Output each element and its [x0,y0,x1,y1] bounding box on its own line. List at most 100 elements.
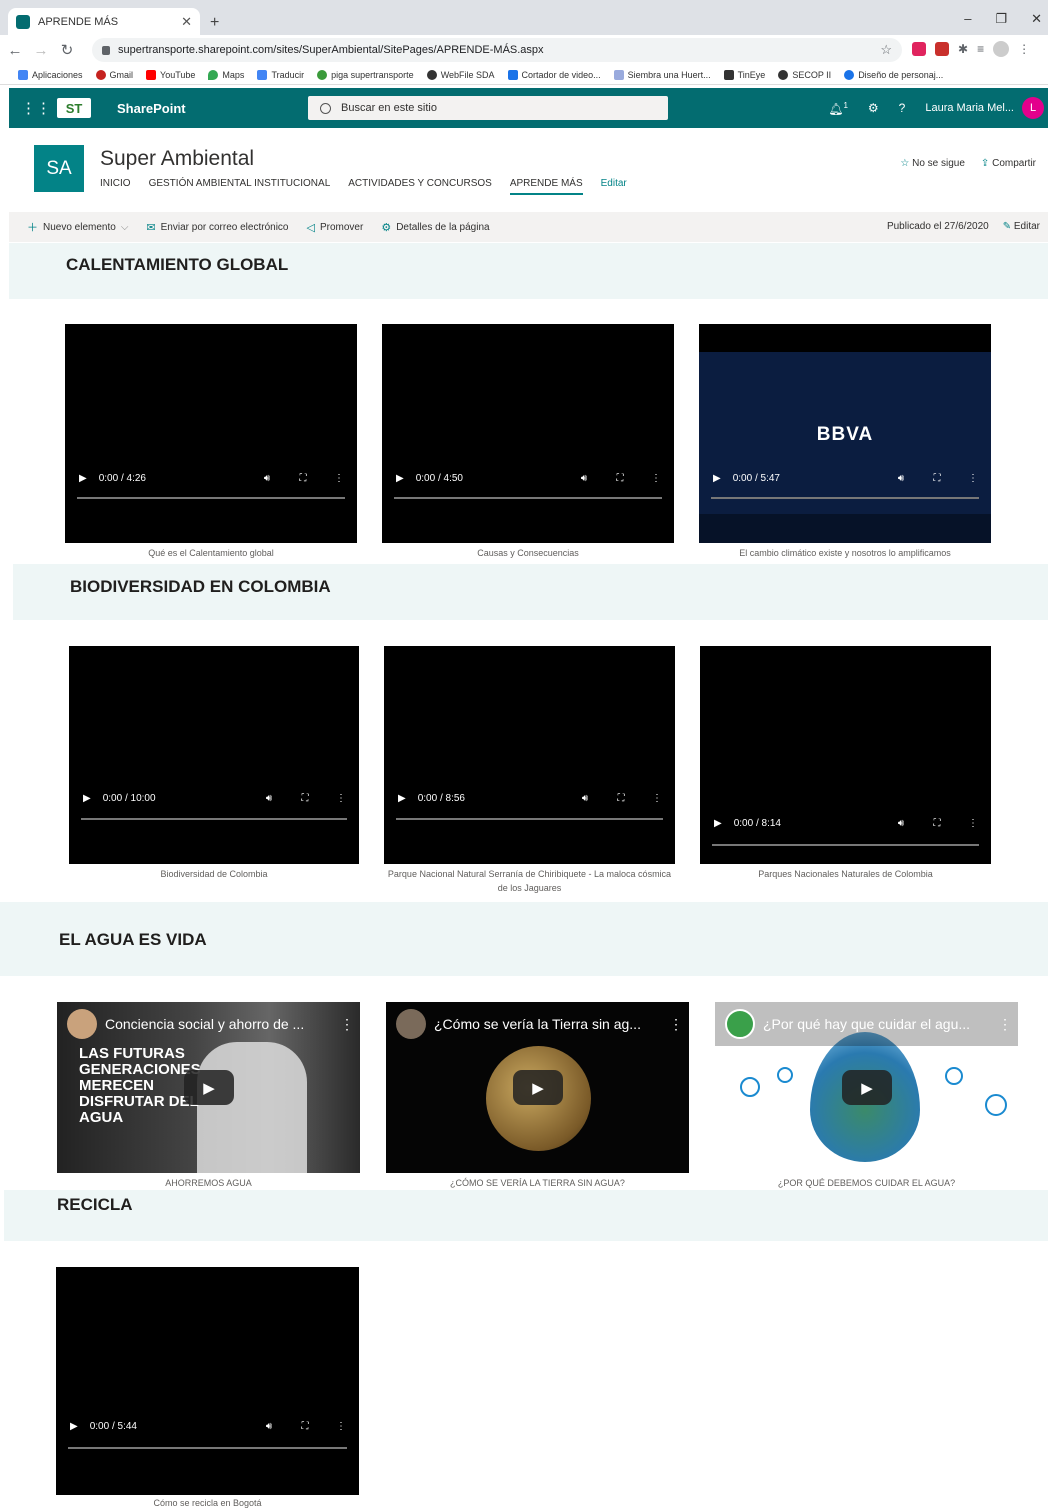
follow-button[interactable]: ☆ No se sigue [900,158,965,169]
app-launcher-icon[interactable]: ⋮⋮⋮ [21,99,66,117]
video-progress-bar[interactable] [712,844,979,846]
video-player[interactable]: ▶ 0:00 / 5:44 🔊︎ ⛶ ⋮ [56,1267,359,1495]
email-button[interactable]: ✉ Enviar por correo electrónico [146,221,288,234]
video-player[interactable]: BBVA ▶ 0:00 / 5:47 🔊︎ ⛶ ⋮ [699,324,991,543]
video-player[interactable]: ▶ 0:00 / 4:26 🔊︎ ⛶ ⋮ [65,324,357,543]
youtube-video-title[interactable]: Conciencia social y ahorro de ... [105,1016,334,1032]
fullscreen-icon[interactable]: ⛶ [919,473,955,484]
video-progress-bar[interactable] [396,818,663,820]
settings-gear-icon[interactable]: ⚙ [868,101,879,115]
bookmark-gmail[interactable]: Gmail [95,69,133,80]
puzzle-extensions-icon[interactable]: ✱ [958,42,968,56]
browser-tab[interactable]: APRENDE MÁS ✕ [8,8,200,35]
back-icon[interactable]: ← [4,42,26,59]
play-icon[interactable]: ▶ [396,473,404,484]
bookmark-translate[interactable]: Traducir [257,69,304,80]
fullscreen-icon[interactable]: ⛶ [287,1421,323,1432]
youtube-embed[interactable]: ¿Cómo se vería la Tierra sin ag... ⋮ ▶ [386,1002,689,1173]
bookmark-tineye[interactable]: TinEye [723,69,765,80]
bookmark-webfile[interactable]: WebFile SDA [426,69,495,80]
video-player[interactable]: ▶ 0:00 / 10:00 🔊︎ ⛶ ⋮ [69,646,359,864]
youtube-video-title[interactable]: ¿Por qué hay que cuidar el agu... [763,1016,992,1032]
more-options-icon[interactable]: ⋮ [334,1016,360,1033]
more-options-icon[interactable]: ⋮ [992,1016,1018,1033]
fullscreen-icon[interactable]: ⛶ [602,473,638,484]
more-options-icon[interactable]: ⋮ [323,793,359,804]
user-name[interactable]: Laura Maria Mel... [925,102,1014,114]
play-icon[interactable]: ▶ [713,473,721,484]
restore-icon[interactable]: ❐ [995,11,1007,27]
minimize-icon[interactable]: – [964,11,971,27]
volume-icon[interactable]: 🔊︎ [251,793,287,804]
organization-logo[interactable]: ST [57,98,91,118]
fullscreen-icon[interactable]: ⛶ [285,473,321,484]
bookmark-siembra[interactable]: Siembra una Huert... [613,69,711,80]
youtube-play-button[interactable]: ▶ [842,1070,892,1105]
reload-icon[interactable]: ↻ [56,41,78,59]
new-item-button[interactable]: ＋ Nuevo elemento ⌵ [27,219,128,235]
more-options-icon[interactable]: ⋮ [955,818,991,829]
notifications-icon[interactable]: 🔔︎1 [828,101,848,116]
page-details-button[interactable]: ⚙ Detalles de la página [381,221,489,234]
youtube-video-title[interactable]: ¿Cómo se vería la Tierra sin ag... [434,1016,663,1032]
more-options-icon[interactable]: ⋮ [321,473,357,484]
nav-gestion-ambiental[interactable]: GESTIÓN AMBIENTAL INSTITUCIONAL [149,178,331,195]
bookmark-maps[interactable]: Maps [208,69,244,80]
youtube-embed[interactable]: LAS FUTURAS GENERACIONES MERECEN DISFRUT… [57,1002,360,1173]
bookmark-diseno[interactable]: Diseño de personaj... [844,69,943,80]
youtube-play-button[interactable]: ▶ [184,1070,234,1105]
help-icon[interactable]: ? [899,101,906,115]
video-progress-bar[interactable] [394,497,662,499]
forward-icon[interactable]: → [30,42,52,59]
play-icon[interactable]: ▶ [714,818,722,829]
bookmark-youtube[interactable]: YouTube [146,69,195,80]
volume-icon[interactable]: 🔊︎ [883,473,919,484]
youtube-play-button[interactable]: ▶ [513,1070,563,1105]
nav-actividades[interactable]: ACTIVIDADES Y CONCURSOS [348,178,492,195]
site-search-box[interactable]: Buscar en este sitio [308,96,668,120]
youtube-embed[interactable]: ¿Por qué hay que cuidar el agu... ⋮ ▶ [715,1002,1018,1173]
bookmark-secop[interactable]: SECOP II [778,69,831,80]
channel-avatar[interactable] [396,1009,426,1039]
video-progress-bar[interactable] [711,497,979,499]
edit-page-button[interactable]: ✎ Editar [1003,221,1040,232]
site-logo[interactable]: SA [34,145,84,192]
more-options-icon[interactable]: ⋮ [663,1016,689,1033]
video-player[interactable]: ▶ 0:00 / 4:50 🔊︎ ⛶ ⋮ [382,324,674,543]
video-progress-bar[interactable] [81,818,347,820]
share-button[interactable]: ⇪ Compartir [981,158,1036,169]
new-tab-icon[interactable]: + [210,14,219,32]
bookmark-cortador[interactable]: Cortador de video... [507,69,601,80]
site-title[interactable]: Super Ambiental [100,147,254,171]
close-window-icon[interactable]: ✕ [1031,11,1042,27]
channel-avatar[interactable] [67,1009,97,1039]
play-icon[interactable]: ▶ [70,1421,78,1432]
volume-icon[interactable]: 🔊︎ [249,473,285,484]
video-progress-bar[interactable] [68,1447,347,1449]
more-options-icon[interactable]: ⋮ [638,473,674,484]
extension-icon[interactable] [912,42,926,56]
volume-icon[interactable]: 🔊︎ [251,1421,287,1432]
video-player[interactable]: ▶ 0:00 / 8:56 🔊︎ ⛶ ⋮ [384,646,675,864]
promote-button[interactable]: ◁ Promover [306,221,363,234]
bookmark-apps[interactable]: Aplicaciones [18,69,83,80]
more-options-icon[interactable]: ⋮ [323,1421,359,1432]
channel-avatar[interactable] [725,1009,755,1039]
volume-icon[interactable]: 🔊︎ [567,793,603,804]
profile-avatar[interactable] [993,41,1010,57]
play-icon[interactable]: ▶ [79,473,87,484]
sharepoint-app-name[interactable]: SharePoint [117,101,186,116]
chrome-menu-icon[interactable]: ⋮ [1018,42,1030,56]
play-icon[interactable]: ▶ [83,793,91,804]
fullscreen-icon[interactable]: ⛶ [287,793,323,804]
play-icon[interactable]: ▶ [398,793,406,804]
nav-inicio[interactable]: INICIO [100,178,131,195]
bookmark-piga[interactable]: piga supertransporte [317,69,414,80]
address-bar[interactable]: supertransporte.sharepoint.com/sites/Sup… [92,38,902,62]
fullscreen-icon[interactable]: ⛶ [603,793,639,804]
nav-edit-link[interactable]: Editar [601,178,627,195]
nav-aprende-mas[interactable]: APRENDE MÁS [509,178,583,195]
reading-list-icon[interactable]: ≡ [977,42,984,56]
video-progress-bar[interactable] [77,497,345,499]
volume-icon[interactable]: 🔊︎ [566,473,602,484]
